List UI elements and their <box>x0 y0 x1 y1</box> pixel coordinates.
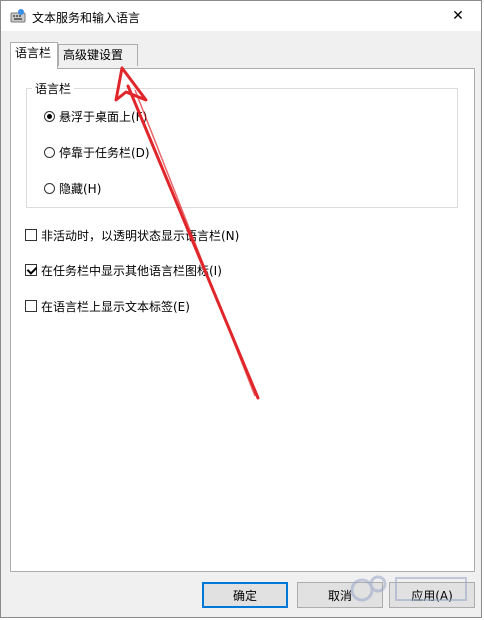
checkbox-indicator[interactable] <box>25 229 37 241</box>
tab-advanced-key-settings[interactable]: 高级键设置 <box>58 44 138 66</box>
dialog-window: 文本服务和输入语言 ✕ 语言栏 高级键设置 语言栏 悬浮于桌面上(F) 停靠于任… <box>0 0 482 618</box>
close-icon: ✕ <box>452 8 464 24</box>
tab-strip: 语言栏 高级键设置 <box>10 42 472 69</box>
checkbox-label: 非活动时，以透明状态显示语言栏(N) <box>41 228 240 243</box>
checkbox-indicator[interactable] <box>25 264 37 276</box>
title-bar: 文本服务和输入语言 ✕ <box>1 1 481 31</box>
group-title: 语言栏 <box>32 80 75 97</box>
checkbox-transparent-when-inactive[interactable]: 非活动时，以透明状态显示语言栏(N) <box>25 227 239 243</box>
language-bar-groupbox: 语言栏 悬浮于桌面上(F) 停靠于任务栏(D) 隐藏(H) <box>26 80 458 208</box>
close-button[interactable]: ✕ <box>435 1 481 31</box>
checkbox-label: 在任务栏中显示其他语言栏图标(I) <box>41 263 222 278</box>
radio-float-on-desktop[interactable]: 悬浮于桌面上(F) <box>44 108 147 124</box>
radio-dock-in-taskbar[interactable]: 停靠于任务栏(D) <box>44 144 150 160</box>
checkbox-indicator[interactable] <box>25 300 37 312</box>
checkbox-label: 在语言栏上显示文本标签(E) <box>41 299 190 314</box>
tab-panel: 语言栏 悬浮于桌面上(F) 停靠于任务栏(D) 隐藏(H) 非活动时，以透明状态… <box>10 68 475 572</box>
keyboard-language-icon <box>10 8 26 24</box>
tab-language-bar[interactable]: 语言栏 <box>10 42 58 69</box>
radio-label: 悬浮于桌面上(F) <box>59 109 148 124</box>
checkbox-show-text-labels[interactable]: 在语言栏上显示文本标签(E) <box>25 298 190 314</box>
ok-button[interactable]: 确定 <box>202 582 288 608</box>
radio-label: 停靠于任务栏(D) <box>59 145 150 160</box>
radio-indicator[interactable] <box>44 110 55 122</box>
radio-indicator[interactable] <box>44 146 55 158</box>
checkbox-show-additional-icons[interactable]: 在任务栏中显示其他语言栏图标(I) <box>25 262 222 278</box>
window-title: 文本服务和输入语言 <box>32 11 141 25</box>
radio-hidden[interactable]: 隐藏(H) <box>44 180 101 196</box>
radio-label: 隐藏(H) <box>59 181 102 196</box>
radio-indicator[interactable] <box>44 182 55 194</box>
watermark-logo <box>350 575 467 602</box>
